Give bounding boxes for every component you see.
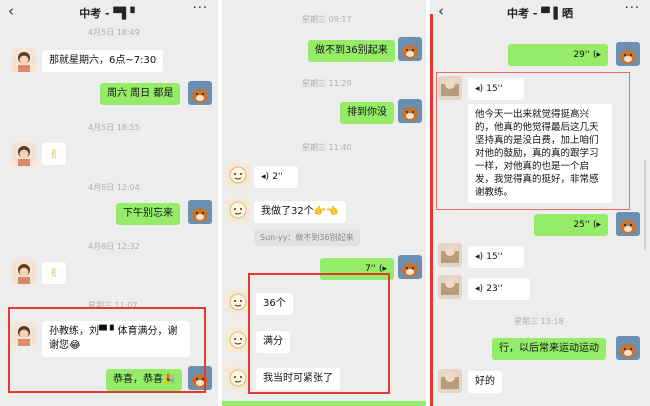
voice-message[interactable]: 29'' (▸ <box>508 44 608 66</box>
timestamp: 4月8日 12:32 <box>88 242 140 251</box>
message-bubble[interactable]: 做不到36别起来 <box>308 40 395 62</box>
avatar-coach[interactable] <box>188 81 212 105</box>
panel-divider-accent <box>430 14 433 406</box>
avatar-coach[interactable] <box>398 99 422 123</box>
highlight-box <box>8 307 206 393</box>
message-bubble[interactable]: 下午别忘来 <box>116 203 180 225</box>
avatar-student[interactable] <box>226 163 250 187</box>
voice-wave-icon: ◂) <box>261 172 270 182</box>
chat-header: ‹ 中考 - ▀▌▘ ··· <box>0 0 218 22</box>
emoji-bubble[interactable]: ✌ <box>42 262 67 284</box>
voice-message[interactable]: ◂) 15'' <box>468 246 524 268</box>
avatar-parent-2[interactable] <box>438 243 462 267</box>
avatar-parent-2[interactable] <box>438 369 462 393</box>
avatar-coach[interactable] <box>398 255 422 279</box>
message-bubble[interactable]: 我做了32个👉👈 <box>254 201 346 223</box>
voice-duration: 23'' <box>486 284 503 294</box>
voice-message[interactable]: 25'' (▸ <box>534 214 608 236</box>
avatar-student[interactable] <box>226 198 250 222</box>
emoji-bubble[interactable]: ✌ <box>42 143 67 165</box>
chat-header: ‹ 中考 - ▀ ▌晒 ··· <box>430 0 650 22</box>
message-bubble[interactable]: 周六 周日 都是 <box>100 83 181 105</box>
message-bubble[interactable]: 排到你没 <box>340 102 394 124</box>
voice-message[interactable]: ◂) 2'' <box>254 166 298 188</box>
avatar-student[interactable] <box>226 290 250 314</box>
avatar-parent[interactable] <box>12 48 36 72</box>
voice-message[interactable]: ◂) 23'' <box>468 278 530 300</box>
quoted-message[interactable]: Sun-yy：做不到36别起来 <box>254 229 360 246</box>
chat-panel-2: 星期三 09:17 做不到36别起来 星期三 11:29 排到你没 星期三 11… <box>222 0 426 406</box>
avatar-coach[interactable] <box>188 200 212 224</box>
voice-duration: 25'' <box>573 220 590 230</box>
voice-duration: 2'' <box>272 172 283 182</box>
avatar-student[interactable] <box>226 328 250 352</box>
timestamp: 星期三 11:29 <box>302 79 352 88</box>
chat-title: 中考 - ▀ ▌晒 <box>507 7 573 20</box>
voice-duration: 15'' <box>486 252 503 262</box>
chat-panel-1: ‹ 中考 - ▀▌▘ ··· 4月5日 18:49 那就星期六，6点~7:30 … <box>0 0 218 406</box>
timestamp: 星期三 11:40 <box>302 143 352 152</box>
avatar-parent-2[interactable] <box>438 275 462 299</box>
voice-duration: 29'' <box>573 50 590 60</box>
timestamp: 4月5日 18:49 <box>88 28 140 37</box>
avatar-coach[interactable] <box>616 42 640 66</box>
avatar-parent[interactable] <box>12 142 36 166</box>
message-bubble[interactable]: 好的 <box>468 371 502 393</box>
message-bubble[interactable]: 那就星期六，6点~7:30 <box>42 50 164 72</box>
avatar-student[interactable] <box>226 366 250 390</box>
voice-wave-icon: ◂) <box>475 252 484 262</box>
avatar-coach[interactable] <box>616 212 640 236</box>
chat-panel-3: ‹ 中考 - ▀ ▌晒 ··· 29'' (▸ ◂) 15'' 他今天一出来就觉… <box>430 0 650 406</box>
partial-message-bubble <box>222 401 426 406</box>
more-icon[interactable]: ··· <box>625 1 640 16</box>
timestamp: 4月8日 12:04 <box>88 183 140 192</box>
avatar-parent[interactable] <box>12 260 36 284</box>
voice-wave-icon: ◂) <box>475 284 484 294</box>
highlight-box <box>248 273 390 394</box>
highlight-box <box>436 72 630 210</box>
avatar-coach[interactable] <box>398 37 422 61</box>
more-icon[interactable]: ··· <box>193 1 208 16</box>
voice-wave-icon: (▸ <box>592 220 601 230</box>
voice-wave-icon: (▸ <box>592 50 601 60</box>
timestamp: 4月5日 18:55 <box>88 123 140 132</box>
message-bubble[interactable]: 行，以后常来运动运动 <box>492 338 606 360</box>
avatar-coach[interactable] <box>616 336 640 360</box>
scrollbar[interactable] <box>644 160 646 250</box>
chat-title: 中考 - ▀▌▘ <box>79 7 139 20</box>
timestamp: 星期三 13:18 <box>514 317 564 326</box>
timestamp: 星期三 09:17 <box>302 15 352 24</box>
